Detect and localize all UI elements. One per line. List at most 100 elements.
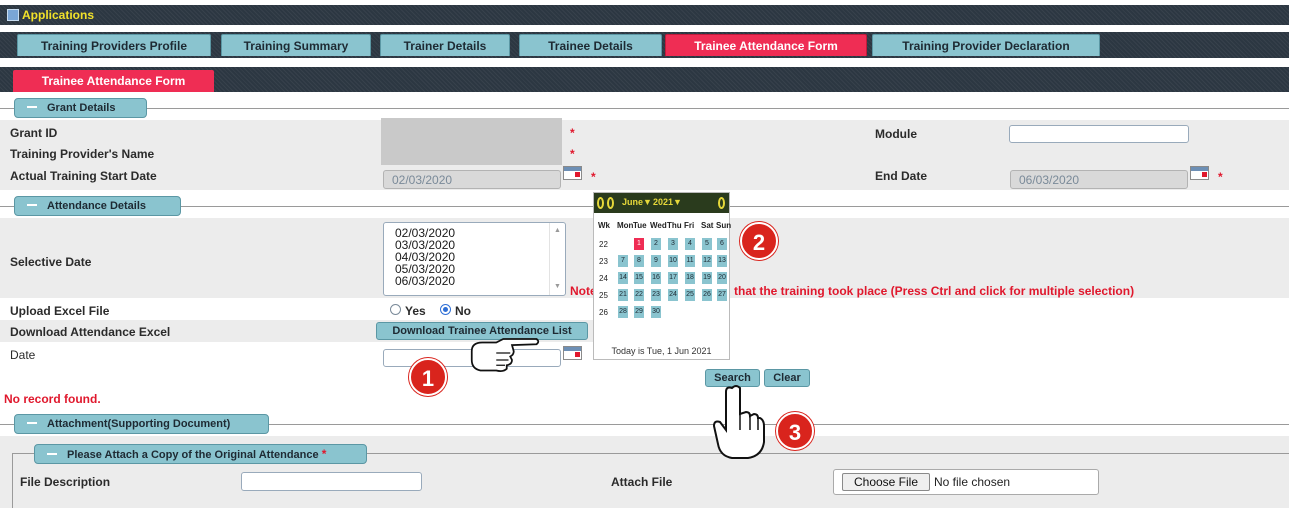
tab-trainee-details[interactable]: Trainee Details bbox=[519, 34, 662, 56]
calendar-icon[interactable] bbox=[563, 346, 582, 360]
list-item[interactable]: 06/03/2020 bbox=[395, 275, 455, 287]
calendar-day[interactable]: 10 bbox=[668, 255, 678, 267]
weekday-header: Sat bbox=[701, 221, 714, 230]
listbox-scrollbar[interactable]: ▲ ▼ bbox=[549, 223, 565, 295]
required-mark: * bbox=[591, 170, 596, 184]
clear-button[interactable]: Clear bbox=[764, 369, 810, 387]
calendar-day[interactable]: 30 bbox=[651, 306, 661, 318]
calendar-day[interactable]: 15 bbox=[634, 272, 644, 284]
calendar-day[interactable]: 2 bbox=[651, 238, 661, 250]
calendar-day[interactable]: 7 bbox=[618, 255, 628, 267]
tab-trainer-details[interactable]: Trainer Details bbox=[380, 34, 510, 56]
calendar-day[interactable]: 5 bbox=[702, 238, 712, 250]
scroll-up-icon[interactable]: ▲ bbox=[554, 227, 561, 234]
calendar-footer: Today is Tue, 1 Jun 2021 bbox=[611, 346, 712, 356]
calendar-day[interactable]: 19 bbox=[702, 272, 712, 284]
tab-training-provider-declaration[interactable]: Training Provider Declaration bbox=[872, 34, 1100, 56]
calendar-icon[interactable] bbox=[1190, 166, 1209, 180]
calendar-day[interactable]: 25 bbox=[685, 289, 695, 301]
attach-copy-title: Please Attach a Copy of the Original Att… bbox=[67, 449, 319, 461]
calendar-day[interactable]: 12 bbox=[702, 255, 712, 267]
collapse-icon bbox=[27, 204, 37, 207]
required-mark: * bbox=[1218, 170, 1223, 184]
calendar-day[interactable]: 4 bbox=[685, 238, 695, 250]
calendar-header: June ▼ 2021 ▼ bbox=[594, 193, 729, 213]
required-mark: * bbox=[570, 147, 575, 161]
calendar-day[interactable]: 1 bbox=[634, 238, 644, 250]
calendar-year[interactable]: 2021 bbox=[653, 197, 673, 207]
module-label: Module bbox=[875, 127, 917, 141]
yes-radio[interactable] bbox=[390, 304, 401, 315]
attendance-details-title: Attendance Details bbox=[47, 200, 147, 212]
calendar-icon[interactable] bbox=[563, 166, 582, 180]
note-text: that the training took place (Press Ctrl… bbox=[734, 284, 1135, 298]
calendar-day[interactable]: 23 bbox=[651, 289, 661, 301]
dropdown-icon[interactable]: ▼ bbox=[643, 197, 652, 207]
calendar-day[interactable]: 20 bbox=[717, 272, 727, 284]
dropdown-icon[interactable]: ▼ bbox=[673, 197, 682, 207]
calendar-day[interactable]: 26 bbox=[702, 289, 712, 301]
calendar-day[interactable]: 16 bbox=[651, 272, 661, 284]
attendance-details-header[interactable]: Attendance Details bbox=[14, 196, 181, 216]
collapse-icon bbox=[27, 106, 37, 109]
calendar-day[interactable]: 11 bbox=[685, 255, 695, 267]
week-number: 22 bbox=[599, 240, 608, 249]
calendar-day[interactable]: 27 bbox=[717, 289, 727, 301]
grant-details-title: Grant Details bbox=[47, 102, 116, 114]
provider-name-label: Training Provider's Name bbox=[10, 147, 155, 161]
next-month-icon[interactable] bbox=[718, 197, 725, 209]
step-1-badge: 1 bbox=[409, 358, 447, 396]
calendar-day[interactable]: 29 bbox=[634, 306, 644, 318]
file-description-field[interactable] bbox=[241, 472, 422, 491]
no-label: No bbox=[455, 304, 471, 318]
end-date-field: 06/03/2020 bbox=[1010, 170, 1188, 189]
weekday-header: Fri bbox=[684, 221, 695, 230]
tab-trainee-attendance-form-sub[interactable]: Trainee Attendance Form bbox=[13, 70, 214, 92]
calendar-day[interactable]: 13 bbox=[717, 255, 727, 267]
start-date-field: 02/03/2020 bbox=[383, 170, 561, 189]
calendar-day[interactable]: 8 bbox=[634, 255, 644, 267]
selective-date-listbox[interactable]: 02/03/2020 03/03/2020 04/03/2020 05/03/2… bbox=[383, 222, 566, 296]
calendar-day[interactable]: 21 bbox=[618, 289, 628, 301]
calendar-day[interactable]: 22 bbox=[634, 289, 644, 301]
file-input[interactable]: Choose File No file chosen bbox=[833, 469, 1099, 495]
pointing-hand-icon bbox=[470, 338, 540, 372]
calendar-day[interactable]: 17 bbox=[668, 272, 678, 284]
calendar-day[interactable]: 28 bbox=[618, 306, 628, 318]
prev-month-icon[interactable] bbox=[607, 197, 614, 209]
grant-details-header[interactable]: Grant Details bbox=[14, 98, 147, 118]
app-title-bar: Applications bbox=[0, 5, 1289, 25]
scroll-down-icon[interactable]: ▼ bbox=[554, 283, 561, 290]
no-record-message: No record found. bbox=[4, 392, 101, 406]
calendar-day[interactable]: 6 bbox=[717, 238, 727, 250]
collapse-icon bbox=[47, 453, 57, 456]
choose-file-button[interactable]: Choose File bbox=[842, 473, 930, 491]
module-field[interactable] bbox=[1009, 125, 1189, 143]
calendar-popup[interactable]: June ▼ 2021 ▼ Wk Mon Tue Wed Thu Fri Sat Sun 22 1… bbox=[593, 192, 731, 360]
grant-id-label: Grant ID bbox=[10, 126, 58, 140]
weekday-header: Thu bbox=[667, 221, 682, 230]
attach-file-label: Attach File bbox=[611, 475, 673, 489]
sub-tab-bar: Trainee Attendance Form bbox=[0, 67, 1289, 92]
no-radio[interactable] bbox=[440, 304, 451, 315]
window-icon bbox=[7, 9, 19, 21]
week-number: 24 bbox=[599, 274, 608, 283]
calendar-month[interactable]: June bbox=[622, 197, 643, 207]
required-mark: * bbox=[570, 126, 575, 140]
calendar-day[interactable]: 3 bbox=[668, 238, 678, 250]
attachment-header[interactable]: Attachment(Supporting Document) bbox=[14, 414, 269, 434]
calendar-day[interactable]: 24 bbox=[668, 289, 678, 301]
tab-training-summary[interactable]: Training Summary bbox=[221, 34, 371, 56]
date-label: Date bbox=[10, 348, 36, 362]
calendar-day[interactable]: 18 bbox=[685, 272, 695, 284]
tab-trainee-attendance-form[interactable]: Trainee Attendance Form bbox=[665, 34, 867, 56]
tab-training-providers-profile[interactable]: Training Providers Profile bbox=[17, 34, 211, 56]
attach-copy-header[interactable]: Please Attach a Copy of the Original Att… bbox=[34, 444, 367, 464]
redacted-block bbox=[381, 118, 562, 165]
calendar-day[interactable]: 9 bbox=[651, 255, 661, 267]
weekday-header: Wed bbox=[650, 221, 667, 230]
app-title: Applications bbox=[22, 8, 95, 22]
prev-year-icon[interactable] bbox=[597, 197, 604, 209]
calendar-day[interactable]: 14 bbox=[618, 272, 628, 284]
week-number: 25 bbox=[599, 291, 608, 300]
